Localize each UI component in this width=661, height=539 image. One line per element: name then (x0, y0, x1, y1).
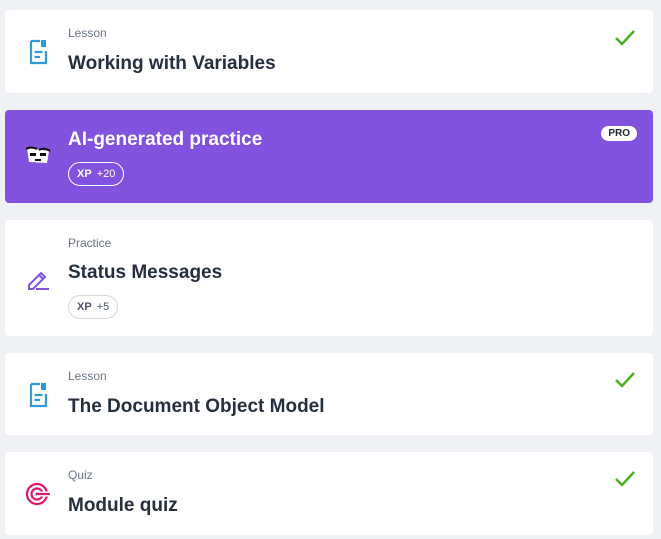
checkmark-icon (615, 30, 635, 46)
practice-item-status-messages[interactable]: Practice Status Messages XP +5 (5, 220, 653, 336)
item-title: Module quiz (68, 495, 178, 516)
item-type-label: Lesson (68, 369, 107, 383)
item-title: AI-generated practice (68, 129, 263, 150)
lesson-document-icon (29, 39, 48, 65)
xp-value: +5 (96, 301, 110, 313)
checkmark-icon (615, 471, 635, 487)
item-type-label: Lesson (68, 26, 107, 40)
lesson-item-working-with-variables[interactable]: Lesson Working with Variables (5, 10, 653, 93)
ai-practice-item[interactable]: AI-generated practice PRO XP +20 (5, 110, 653, 203)
pencil-icon (28, 271, 49, 290)
ai-mascot-icon (25, 146, 51, 163)
pro-badge: PRO (601, 126, 637, 141)
xp-reward-badge: XP +20 (68, 162, 125, 186)
item-title: The Document Object Model (68, 396, 325, 417)
xp-label: XP (77, 301, 92, 313)
quiz-item-module-quiz[interactable]: Quiz Module quiz (5, 452, 653, 535)
item-title: Status Messages (68, 262, 223, 283)
item-type-label: Practice (68, 236, 112, 250)
lesson-item-document-object-model[interactable]: Lesson The Document Object Model (5, 353, 653, 435)
item-title: Working with Variables (68, 53, 276, 74)
module-item-list: Lesson Working with Variables AI-generat… (0, 0, 661, 539)
checkmark-icon (615, 372, 635, 388)
xp-value: +20 (96, 168, 116, 180)
item-type-label: Quiz (68, 468, 93, 482)
xp-reward-badge: XP +5 (68, 295, 119, 319)
xp-label: XP (77, 168, 92, 180)
target-icon (25, 482, 50, 506)
lesson-document-icon (29, 382, 48, 408)
